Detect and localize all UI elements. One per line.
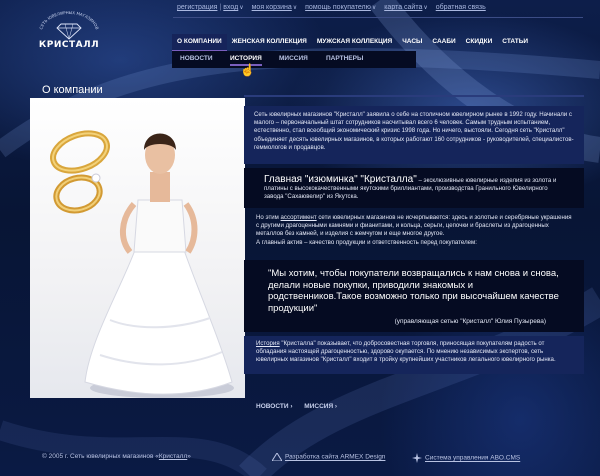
copyright-suffix: » <box>187 453 191 460</box>
chevron-down-icon[interactable]: ∨ <box>239 5 243 11</box>
chevron-down-icon[interactable]: ∨ <box>293 5 297 11</box>
logo[interactable]: СЕТЬ ЮВЕЛИРНЫХ МАГАЗИНОВ КРИСТАЛЛ <box>34 10 104 50</box>
main-nav-about[interactable]: О КОМПАНИИ <box>172 34 227 52</box>
highlight-block: Главная "изюминка" "Кристалла" – эксклюз… <box>244 168 584 208</box>
chevron-down-icon[interactable]: ∨ <box>423 5 427 11</box>
assortment-block: Но этим ассортимент сети ювелирных магаз… <box>244 212 584 256</box>
armex-logo-icon <box>272 453 282 461</box>
intro-text: Сеть ювелирных магазинов "Кристалл" заяв… <box>254 111 574 151</box>
history-link[interactable]: История <box>256 340 280 347</box>
chevron-down-icon[interactable]: ∨ <box>372 5 376 11</box>
quote-signature: (управляющая сетью "Кристалл" Юлия Пузыр… <box>394 317 546 325</box>
main-nav-watches[interactable]: ЧАСЫ <box>397 34 427 50</box>
quote-block: "Мы хотим, чтобы покупатели возвращались… <box>244 260 584 332</box>
bottom-link-news[interactable]: НОВОСТИ › <box>256 403 292 410</box>
copyright-link[interactable]: Кристалл <box>159 453 187 460</box>
bride-image <box>84 133 234 398</box>
top-nav: регистрация | вход∨ моя корзина∨ помощь по… <box>177 4 486 11</box>
history-block: История "Кристалла" показывает, что добр… <box>244 336 584 374</box>
top-divider <box>173 17 583 18</box>
sitemap-link[interactable]: карта сайта <box>384 4 422 11</box>
bottom-links: НОВОСТИ › МИССИЯ › <box>256 403 347 410</box>
cms-link[interactable]: Система управления ABO.CMS <box>425 455 520 462</box>
register-link[interactable]: регистрация <box>177 4 217 11</box>
sub-nav-partners[interactable]: ПАРТНЕРЫ <box>326 55 363 62</box>
assortment-before: Но этим <box>256 214 281 221</box>
sub-nav-mission[interactable]: МИССИЯ <box>279 55 308 62</box>
logo-name: КРИСТАЛЛ <box>38 40 100 50</box>
main-nav-articles[interactable]: СТАТЬИ <box>497 34 533 50</box>
login-link[interactable]: вход <box>223 4 238 11</box>
hand-cursor-icon: ☝ <box>240 63 255 77</box>
top-nav-separator: | <box>219 4 222 11</box>
diamond-logo-icon: СЕТЬ ЮВЕЛИРНЫХ МАГАЗИНОВ <box>38 10 100 40</box>
footer-copyright: © 2005 г. Сеть ювелирных магазинов «Крис… <box>42 453 191 460</box>
footer-developer: Разработка сайта ARMEX Design <box>272 453 385 461</box>
sub-nav-news[interactable]: НОВОСТИ <box>180 55 213 62</box>
main-nav-discounts[interactable]: СКИДКИ <box>461 34 498 50</box>
intro-block: Сеть ювелирных магазинов "Кристалл" заяв… <box>244 106 584 164</box>
assortment-link[interactable]: ассортимент <box>281 214 317 221</box>
main-nav-saabi[interactable]: СААБИ <box>427 34 460 50</box>
title-divider <box>244 95 584 97</box>
cms-logo-icon <box>412 453 422 463</box>
svg-text:СЕТЬ ЮВЕЛИРНЫХ МАГАЗИНОВ: СЕТЬ ЮВЕЛИРНЫХ МАГАЗИНОВ <box>38 10 99 30</box>
main-nav-women[interactable]: ЖЕНСКАЯ КОЛЛЕКЦИЯ <box>227 34 312 50</box>
logo-arc-text: СЕТЬ ЮВЕЛИРНЫХ МАГАЗИНОВ <box>38 10 99 30</box>
cart-link[interactable]: моя корзина <box>252 4 292 11</box>
footer-cms: Система управления ABO.CMS <box>412 453 520 463</box>
copyright-prefix: © 2005 г. Сеть ювелирных магазинов « <box>42 453 159 460</box>
help-link[interactable]: помощь покупателю <box>305 4 371 11</box>
feedback-link[interactable]: обратная связь <box>436 4 486 11</box>
main-nav: О КОМПАНИИ ЖЕНСКАЯ КОЛЛЕКЦИЯ МУЖСКАЯ КОЛ… <box>172 34 533 52</box>
main-nav-men[interactable]: МУЖСКАЯ КОЛЛЕКЦИЯ <box>312 34 397 50</box>
highlight-title: Главная "изюминка" "Кристалла" <box>264 174 417 185</box>
page-title: О компании <box>42 84 103 96</box>
developer-link[interactable]: Разработка сайта ARMEX Design <box>285 454 385 461</box>
quote-text: "Мы хотим, чтобы покупатели возвращались… <box>268 268 559 314</box>
assortment-last: А главный актив – качество продукции и о… <box>256 238 477 246</box>
bottom-link-mission[interactable]: МИССИЯ › <box>304 403 337 410</box>
history-text: "Кристалла" показывает, что добросовестн… <box>256 340 556 364</box>
